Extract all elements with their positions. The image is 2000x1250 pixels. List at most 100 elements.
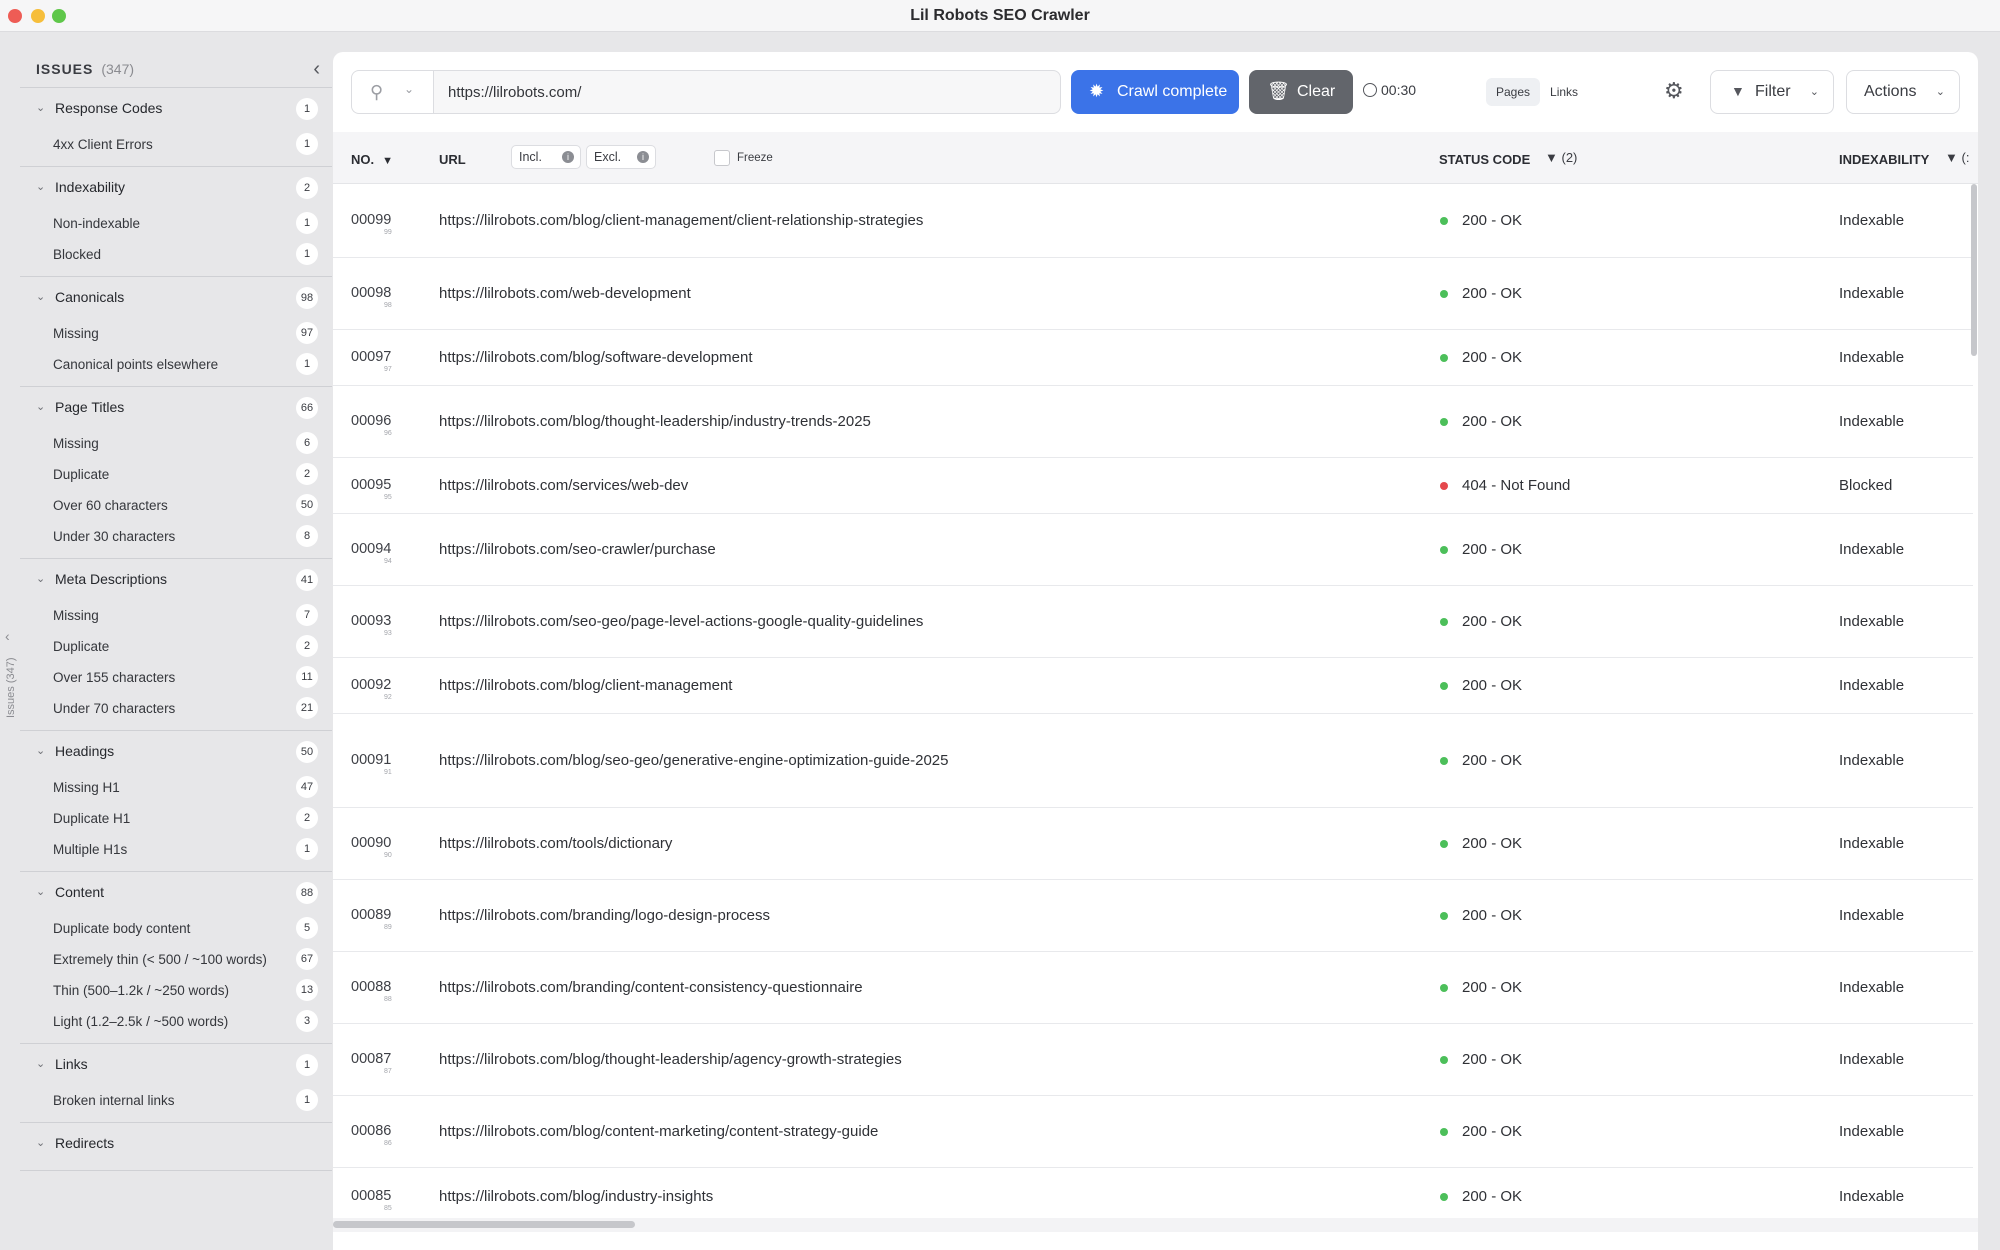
row-index: 94 bbox=[384, 558, 392, 565]
issue-item[interactable]: Multiple H1s 1 bbox=[20, 834, 332, 865]
issue-item[interactable]: Broken internal links 1 bbox=[20, 1085, 332, 1116]
table-row[interactable]: 00091 91 https://lilrobots.com/blog/seo-ge… bbox=[333, 714, 1973, 808]
column-header-indexability[interactable]: INDEXABILITY bbox=[1839, 152, 1929, 167]
clock-icon bbox=[1363, 83, 1377, 97]
issue-item[interactable]: Duplicate body content 5 bbox=[20, 913, 332, 944]
row-url[interactable]: https://lilrobots.com/seo-geo/page-level… bbox=[439, 613, 923, 630]
horizontal-scrollbar[interactable] bbox=[333, 1221, 635, 1228]
issue-item[interactable]: Duplicate 2 bbox=[20, 631, 332, 662]
row-url[interactable]: https://lilrobots.com/branding/logo-desi… bbox=[439, 907, 770, 924]
chevron-left-icon[interactable]: ‹ bbox=[5, 628, 10, 644]
row-url[interactable]: https://lilrobots.com/blog/client-manage… bbox=[439, 677, 732, 694]
status-dot-icon bbox=[1440, 482, 1448, 490]
issue-group-header[interactable]: ⌄ Meta Descriptions 41 bbox=[20, 559, 332, 600]
table-row[interactable]: 00092 92 https://lilrobots.com/blog/client… bbox=[333, 658, 1973, 714]
row-url[interactable]: https://lilrobots.com/blog/seo-geo/gener… bbox=[439, 752, 948, 769]
issue-item[interactable]: Duplicate H1 2 bbox=[20, 803, 332, 834]
include-filter-label: Incl. bbox=[519, 150, 542, 164]
column-header-status[interactable]: STATUS CODE bbox=[1439, 152, 1530, 167]
table-row[interactable]: 00088 88 https://lilrobots.com/branding/co… bbox=[333, 952, 1973, 1024]
column-header-url[interactable]: URL bbox=[439, 152, 466, 167]
issue-item[interactable]: Over 155 characters 11 bbox=[20, 662, 332, 693]
tab-links[interactable]: Links bbox=[1540, 78, 1588, 106]
row-indexability: Indexable bbox=[1839, 285, 1905, 302]
issue-group-header[interactable]: ⌄ Canonicals 98 bbox=[20, 277, 332, 318]
issue-item[interactable]: Light (1.2–2.5k / ~500 words) 3 bbox=[20, 1006, 332, 1037]
row-status: 200 - OK bbox=[1462, 541, 1523, 558]
info-icon[interactable]: i bbox=[562, 151, 574, 163]
column-header-no[interactable]: NO. ▼ bbox=[351, 152, 393, 167]
issue-group-label: Content bbox=[55, 884, 105, 900]
table-row[interactable]: 00098 98 https://lilrobots.com/web-develop… bbox=[333, 258, 1973, 330]
issue-group-header[interactable]: ⌄ Response Codes 1 bbox=[20, 88, 332, 129]
clear-button[interactable]: 🗑 Clear bbox=[1249, 70, 1353, 114]
issue-item-count: 8 bbox=[296, 525, 318, 547]
issue-item[interactable]: Over 60 characters 50 bbox=[20, 490, 332, 521]
table-row[interactable]: 00094 94 https://lilrobots.com/seo-crawler… bbox=[333, 514, 1973, 586]
vertical-scrollbar[interactable] bbox=[1971, 184, 1977, 356]
issue-item-label: Multiple H1s bbox=[53, 842, 128, 857]
indexability-filter[interactable]: ▼ (: bbox=[1945, 150, 1969, 165]
row-url[interactable]: https://lilrobots.com/blog/industry-insi… bbox=[439, 1188, 713, 1205]
actions-button[interactable]: Actions ⌄ bbox=[1846, 70, 1960, 114]
table-row[interactable]: 00096 96 https://lilrobots.com/blog/though… bbox=[333, 386, 1973, 458]
gear-icon[interactable]: ⚙ bbox=[1664, 78, 1684, 104]
issue-item[interactable]: 4xx Client Errors 1 bbox=[20, 129, 332, 160]
collapse-sidebar-icon[interactable]: ‹ bbox=[313, 58, 320, 81]
issue-item[interactable]: Under 30 characters 8 bbox=[20, 521, 332, 552]
row-url[interactable]: https://lilrobots.com/blog/client-manage… bbox=[439, 212, 923, 229]
sidebar-header: ISSUES (347) ‹ bbox=[20, 52, 332, 88]
search-scope-dropdown[interactable]: ⚲ ⌄ bbox=[351, 70, 433, 114]
issue-item[interactable]: Under 70 characters 21 bbox=[20, 693, 332, 724]
row-url[interactable]: https://lilrobots.com/blog/software-deve… bbox=[439, 349, 752, 366]
table-row[interactable]: 00093 93 https://lilrobots.com/seo-geo/pag… bbox=[333, 586, 1973, 658]
issue-group-count: 1 bbox=[296, 98, 318, 120]
issue-item[interactable]: Missing 7 bbox=[20, 600, 332, 631]
issue-item[interactable]: Duplicate 2 bbox=[20, 459, 332, 490]
issue-item[interactable]: Extremely thin (< 500 / ~100 words) 67 bbox=[20, 944, 332, 975]
issue-item[interactable]: Thin (500–1.2k / ~250 words) 13 bbox=[20, 975, 332, 1006]
issue-item[interactable]: Canonical points elsewhere 1 bbox=[20, 349, 332, 380]
row-url[interactable]: https://lilrobots.com/seo-crawler/purcha… bbox=[439, 541, 716, 558]
row-number: 00094 bbox=[351, 541, 392, 557]
row-url[interactable]: https://lilrobots.com/blog/thought-leade… bbox=[439, 1051, 902, 1068]
url-input[interactable] bbox=[433, 70, 1061, 114]
issue-item[interactable]: Blocked 1 bbox=[20, 239, 332, 270]
issue-group-header[interactable]: ⌄ Links 1 bbox=[20, 1044, 332, 1085]
filter-button[interactable]: ▼ Filter ⌄ bbox=[1710, 70, 1834, 114]
include-filter-chip[interactable]: Incl. i bbox=[511, 145, 581, 169]
issue-item[interactable]: Missing H1 47 bbox=[20, 772, 332, 803]
table-row[interactable]: 00086 86 https://lilrobots.com/blog/conten… bbox=[333, 1096, 1973, 1168]
row-url[interactable]: https://lilrobots.com/branding/content-c… bbox=[439, 979, 863, 996]
freeze-checkbox[interactable] bbox=[714, 150, 730, 166]
sort-desc-icon[interactable]: ▼ bbox=[382, 155, 393, 167]
issue-item[interactable]: Missing 6 bbox=[20, 428, 332, 459]
issue-group-header[interactable]: ⌄ Content 88 bbox=[20, 872, 332, 913]
tab-pages[interactable]: Pages bbox=[1486, 78, 1541, 106]
row-url[interactable]: https://lilrobots.com/blog/content-marke… bbox=[439, 1123, 878, 1140]
issue-group-header[interactable]: ⌄ Headings 50 bbox=[20, 731, 332, 772]
table-row[interactable]: 00095 95 https://lilrobots.com/services/we… bbox=[333, 458, 1973, 514]
crawl-button[interactable]: ✹ Crawl complete bbox=[1071, 70, 1239, 114]
table-row[interactable]: 00099 99 https://lilrobots.com/blog/client… bbox=[333, 184, 1973, 258]
exclude-filter-chip[interactable]: Excl. i bbox=[586, 145, 656, 169]
table-row[interactable]: 00090 90 https://lilrobots.com/tools/dicti… bbox=[333, 808, 1973, 880]
issue-item-label: Canonical points elsewhere bbox=[53, 357, 219, 372]
row-url[interactable]: https://lilrobots.com/web-development bbox=[439, 285, 691, 302]
row-index: 85 bbox=[384, 1205, 392, 1212]
row-url[interactable]: https://lilrobots.com/blog/thought-leade… bbox=[439, 413, 871, 430]
issue-group-header[interactable]: ⌄ Indexability 2 bbox=[20, 167, 332, 208]
table-row[interactable]: 00089 89 https://lilrobots.com/branding/lo… bbox=[333, 880, 1973, 952]
row-url[interactable]: https://lilrobots.com/services/web-dev bbox=[439, 477, 688, 494]
issue-item[interactable]: Missing 97 bbox=[20, 318, 332, 349]
issue-group-header[interactable]: ⌄ Page Titles 66 bbox=[20, 387, 332, 428]
issue-item-label: Light (1.2–2.5k / ~500 words) bbox=[53, 1014, 229, 1029]
row-url[interactable]: https://lilrobots.com/tools/dictionary bbox=[439, 835, 672, 852]
issue-group-header[interactable]: ⌄ Redirects bbox=[20, 1123, 332, 1164]
issue-item[interactable]: Non-indexable 1 bbox=[20, 208, 332, 239]
status-filter[interactable]: ▼ (2) bbox=[1545, 150, 1577, 165]
info-icon[interactable]: i bbox=[637, 151, 649, 163]
table-row[interactable]: 00087 87 https://lilrobots.com/blog/though… bbox=[333, 1024, 1973, 1096]
table-row[interactable]: 00097 97 https://lilrobots.com/blog/softwa… bbox=[333, 330, 1973, 386]
issues-rail[interactable]: ‹ Issues (347) bbox=[0, 32, 20, 1250]
